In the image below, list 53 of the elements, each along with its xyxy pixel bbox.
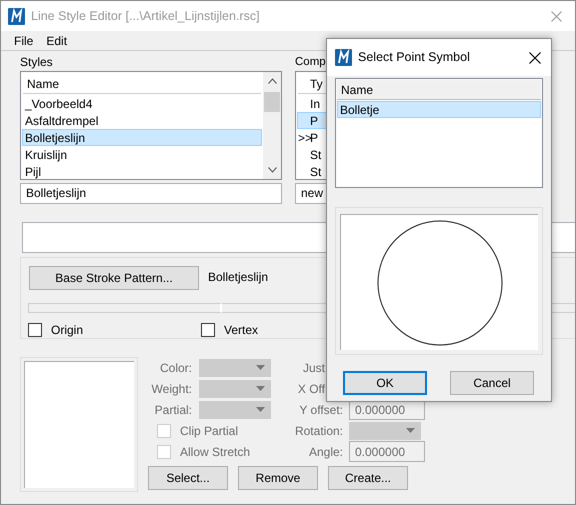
field-label: Weight:: [150, 380, 192, 398]
column-header[interactable]: Name: [341, 80, 374, 98]
app-logo-icon: [8, 8, 25, 24]
dialog-title: Select Point Symbol: [358, 49, 470, 66]
checkbox[interactable]: [28, 323, 42, 337]
action-button[interactable]: Create...: [328, 466, 408, 490]
field-label: Rotation:: [294, 422, 343, 440]
pattern-name: Bolletjeslijn: [208, 269, 268, 286]
list-row[interactable]: Asfaltdrempel: [22, 112, 262, 129]
checkbox-label: Clip Partial: [180, 422, 238, 440]
list-row[interactable]: Bolletjeslijn: [22, 129, 262, 146]
field-label: Angle:: [308, 444, 343, 460]
dropdown[interactable]: [199, 380, 271, 398]
list-row[interactable]: Pijl: [22, 163, 262, 179]
dropdown-caret-icon: [256, 386, 265, 391]
section-label: Comp: [295, 56, 326, 68]
dropdown[interactable]: [199, 400, 271, 418]
column-header[interactable]: Name: [27, 74, 60, 92]
dropdown-caret-icon: [256, 365, 265, 370]
action-button[interactable]: Remove: [238, 466, 318, 490]
dropdown[interactable]: [349, 422, 421, 440]
dialog-button[interactable]: OK: [343, 371, 427, 395]
checkbox-label: Vertex: [224, 322, 258, 339]
field-label: Partial:: [154, 402, 192, 418]
field-label: X Off: [296, 380, 325, 398]
close-icon[interactable]: [529, 52, 541, 64]
close-icon: [551, 10, 562, 22]
dropdown-caret-icon: [256, 407, 265, 412]
field-label: Y offset:: [298, 402, 343, 418]
dropdown[interactable]: [199, 358, 271, 376]
app-logo-icon: [335, 49, 352, 66]
checkbox-label: Allow Stretch: [180, 444, 250, 460]
base-stroke-button[interactable]: Base Stroke Pattern...: [29, 266, 199, 290]
name-field[interactable]: Bolletjeslijn: [20, 183, 282, 204]
dialog-button[interactable]: Cancel: [450, 371, 534, 395]
scroll-thumb[interactable]: [264, 92, 280, 112]
list-row[interactable]: Bolletje: [337, 101, 541, 118]
checkbox[interactable]: [201, 323, 215, 337]
column-header[interactable]: Ty: [310, 74, 323, 92]
menu-item[interactable]: Edit: [45, 32, 68, 50]
checkbox-label: Origin: [51, 322, 84, 339]
window-title: Line Style Editor [...\Artikel_Lijnstijlen.rsc]: [31, 8, 260, 25]
list-row[interactable]: Kruislijn: [22, 146, 262, 163]
action-button[interactable]: Select...: [148, 466, 228, 490]
dropdown-caret-icon: [406, 428, 415, 433]
section-label: Styles: [20, 54, 54, 71]
scrollbar[interactable]: [263, 72, 281, 179]
field-label: Color:: [158, 360, 192, 376]
list-row[interactable]: _Voorbeeld4: [22, 95, 262, 112]
field-label: Just: [302, 360, 325, 376]
scroll-up-icon: [268, 78, 276, 84]
scroll-down-icon: [268, 167, 276, 173]
menu-item[interactable]: File: [13, 32, 34, 50]
